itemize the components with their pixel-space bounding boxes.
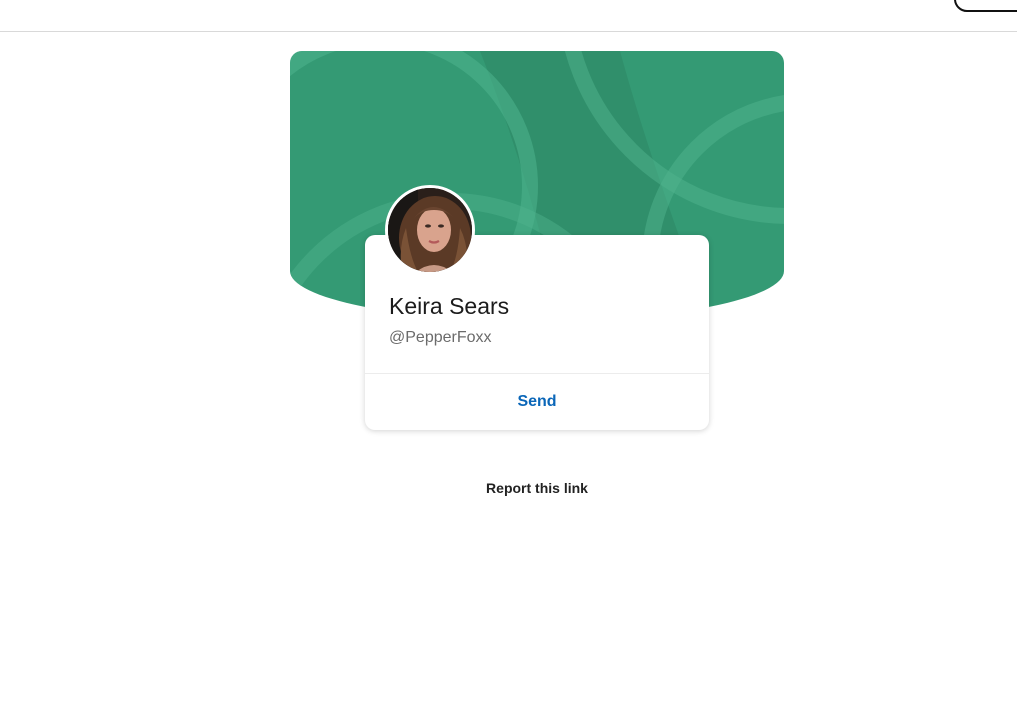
report-link[interactable]: Report this link	[437, 480, 637, 496]
avatar	[385, 185, 475, 275]
top-bar-button[interactable]	[954, 0, 1017, 12]
profile-handle: @PepperFoxx	[389, 329, 492, 346]
send-button[interactable]: Send	[365, 374, 709, 430]
profile-photo-icon	[388, 188, 472, 272]
profile-name: Keira Sears	[389, 293, 510, 319]
top-bar	[0, 0, 1017, 32]
